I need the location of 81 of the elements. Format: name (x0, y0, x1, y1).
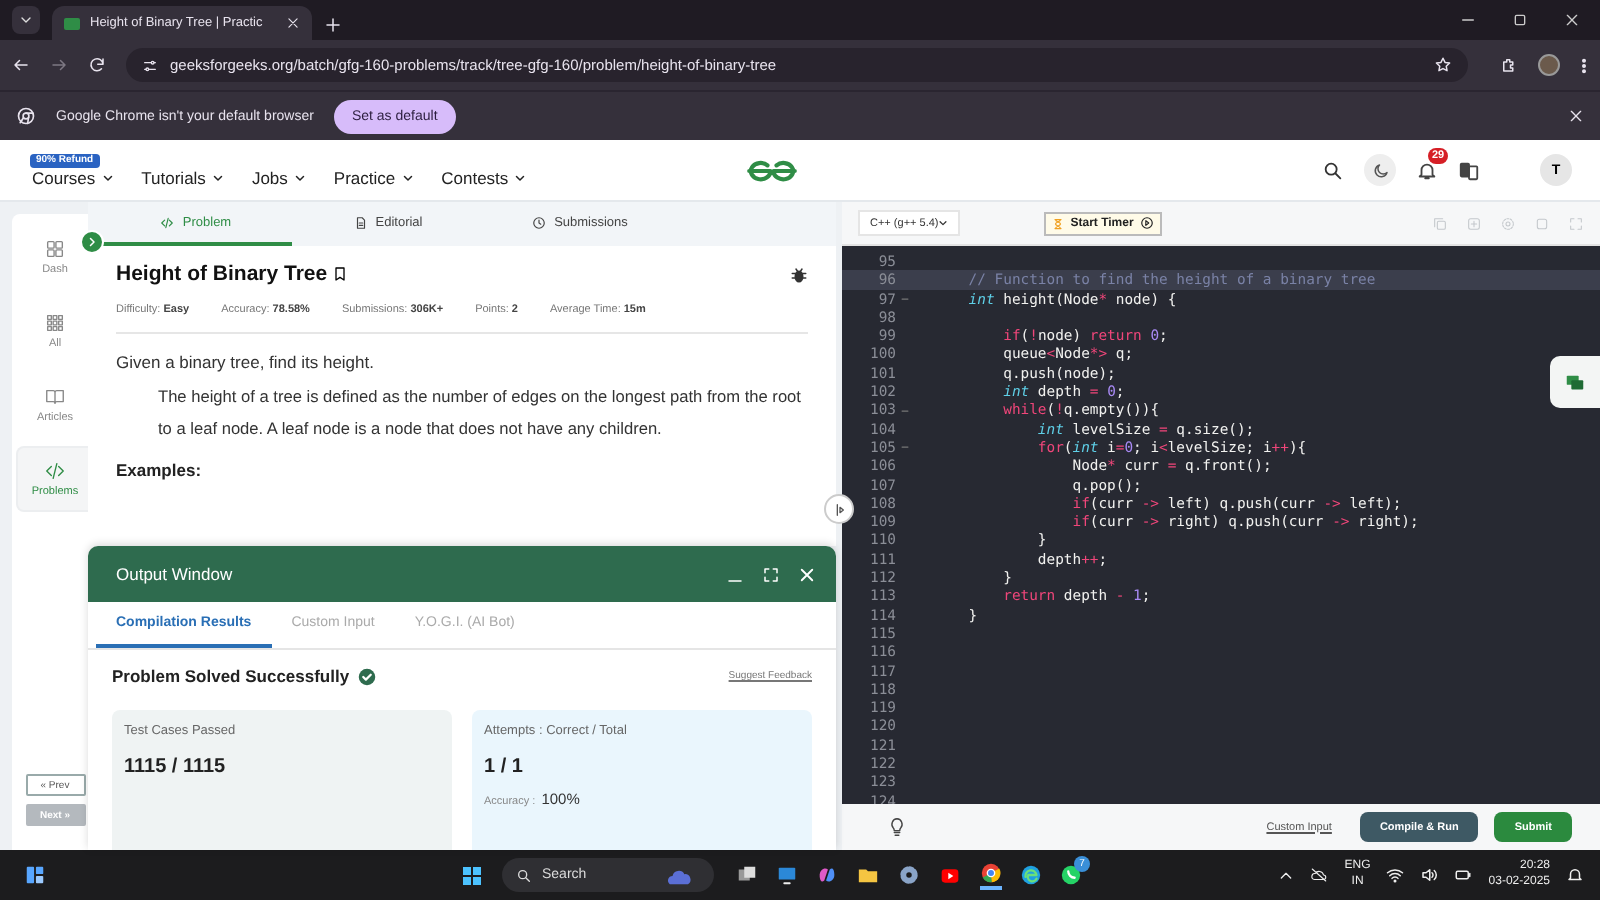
code-icon (44, 460, 66, 482)
bug-icon[interactable] (790, 265, 808, 283)
chevron-icon (293, 171, 306, 183)
volume-icon[interactable] (1420, 866, 1439, 884)
problem-title: Height of Binary Tree (116, 262, 328, 286)
favicon-icon (64, 17, 80, 29)
card-value: 1115 / 1115 (124, 756, 228, 778)
result-status: Problem Solved Successfully (112, 666, 350, 686)
lightbulb-icon[interactable] (886, 816, 908, 838)
code-editor[interactable] (842, 246, 1600, 804)
plus-icon[interactable] (324, 16, 342, 34)
bell-icon[interactable] (1416, 159, 1438, 181)
theme-toggle-button[interactable] (1364, 154, 1396, 186)
fold-icon[interactable] (900, 293, 910, 304)
nav-menu-item[interactable]: Contests (441, 167, 527, 187)
card-value: 1 / 1 (484, 756, 525, 778)
profile-avatar[interactable] (1538, 54, 1560, 76)
nav-menu-item[interactable]: Jobs (251, 167, 306, 187)
close-icon[interactable] (286, 16, 300, 30)
chevron-icon (101, 171, 114, 183)
grid-icon (44, 312, 66, 334)
notification-icon[interactable] (1566, 866, 1584, 884)
moon-icon (1371, 161, 1389, 179)
back-icon[interactable] (12, 56, 30, 74)
reload-icon[interactable] (88, 56, 106, 74)
document-icon (353, 215, 368, 229)
cloud-off-icon[interactable] (1310, 866, 1329, 884)
clock-icon (532, 215, 547, 229)
translate-icon[interactable] (1458, 159, 1480, 181)
fold-icon[interactable] (900, 442, 910, 453)
nav-menu-item[interactable]: Courses (32, 167, 114, 187)
split-icon (831, 501, 847, 517)
browser-icon[interactable] (980, 861, 1002, 883)
chat-button[interactable] (1550, 356, 1600, 408)
play-icon (1139, 216, 1154, 230)
fold-icon[interactable] (900, 405, 910, 416)
phone-chat-icon[interactable] (1060, 864, 1082, 886)
tune-icon (142, 57, 158, 73)
close-icon[interactable] (1568, 108, 1584, 124)
search-icon (516, 867, 532, 883)
caret-icon (938, 218, 949, 228)
caret-icon (18, 12, 34, 28)
forward-icon[interactable] (50, 56, 68, 74)
nav-menu-item[interactable]: Practice (333, 167, 414, 187)
hourglass-icon (1052, 217, 1065, 229)
maximize-icon[interactable] (1512, 12, 1528, 28)
monitor-icon[interactable] (776, 864, 798, 886)
dashboard-icon (44, 238, 66, 260)
search-icon[interactable] (1322, 159, 1344, 181)
widgets-icon[interactable] (24, 864, 46, 886)
close-icon[interactable] (1564, 12, 1580, 28)
check-circle-icon (357, 667, 376, 685)
video-play-icon[interactable] (938, 865, 962, 885)
logo (742, 157, 802, 183)
folder-icon[interactable] (856, 864, 880, 886)
nav-menu-item[interactable]: Tutorials (141, 167, 224, 187)
problem-description: Given a binary tree, find its height. (116, 352, 376, 372)
chat-icon (1564, 371, 1586, 393)
chevron-icon (211, 171, 224, 183)
task-view-icon[interactable] (736, 864, 758, 886)
tab-search-button[interactable] (12, 6, 40, 34)
battery-icon[interactable] (1454, 866, 1473, 884)
chevron-icon (401, 171, 414, 183)
extensions-icon[interactable] (1500, 56, 1518, 74)
gear-icon[interactable] (898, 864, 920, 886)
edge-browser-icon[interactable] (1020, 864, 1042, 886)
book-icon (44, 386, 66, 408)
menu-icon[interactable] (1580, 55, 1588, 75)
chevron-up-icon[interactable] (1278, 867, 1295, 883)
code-icon (160, 215, 175, 229)
wifi-icon[interactable] (1386, 866, 1405, 884)
star-icon[interactable] (1434, 56, 1452, 74)
chevron-icon (86, 236, 98, 248)
definition-text: The height of a tree is defined as the number of edges on the longest path from the root to a leaf node. A leaf node is a node that does not have any children. (158, 384, 803, 442)
bookmark-icon[interactable] (331, 266, 348, 282)
start-icon[interactable] (460, 863, 484, 887)
examples-heading: Examples: (116, 460, 204, 480)
chevron-icon (514, 171, 527, 183)
output-window-title: Output Window (116, 564, 233, 584)
browser-logo-icon (16, 106, 36, 126)
sparkle-icon[interactable] (816, 864, 838, 886)
